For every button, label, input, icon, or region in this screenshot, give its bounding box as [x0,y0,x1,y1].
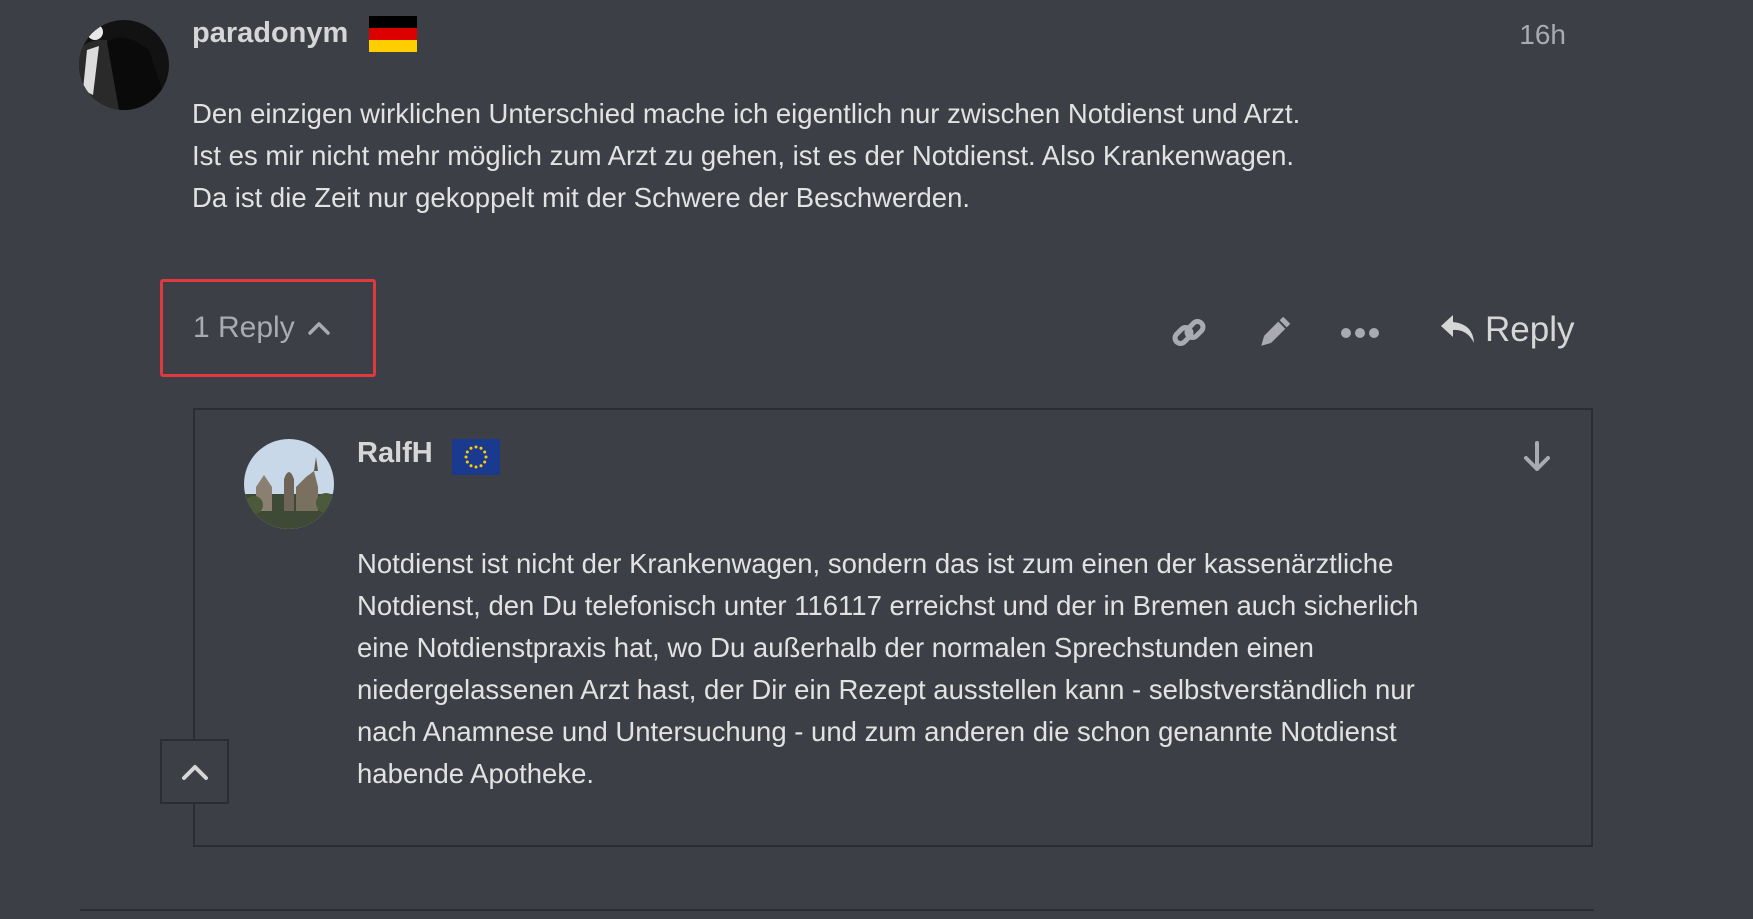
reply-line: eine Notdienstpraxis hat, wo Du außerhal… [357,632,1314,663]
reply-icon [1441,315,1474,343]
link-icon [1172,319,1206,346]
reply-line: Notdienst, den Du telefonisch unter 1161… [357,590,1419,621]
copy-link-button[interactable] [1168,312,1210,354]
more-icon [1341,328,1379,338]
post-line: Ist es mir nicht mehr möglich zum Arzt z… [192,140,1295,171]
reply-line: Notdienst ist nicht der Krankenwagen, so… [357,548,1394,579]
collapse-replies-button[interactable] [160,739,229,804]
post-line: Da ist die Zeit nur gekoppelt mit der Sc… [192,182,971,213]
jump-to-post-button[interactable] [1519,437,1555,477]
avatar-image [79,20,169,110]
post-line: Den einzigen wirklichen Unterschied mach… [192,98,1301,129]
more-actions-button[interactable] [1338,312,1382,354]
germany-flag-icon [369,16,417,52]
avatar-ralfh[interactable] [244,439,334,529]
show-replies-button[interactable]: 1 Reply [160,279,376,377]
eu-flag-icon [452,439,500,475]
replies-count-label: 1 Reply [193,311,295,344]
pencil-icon [1261,316,1291,346]
reply-line: nach Anamnese und Untersuchung - und zum… [357,716,1397,747]
reply-username[interactable]: RalfH [357,437,433,470]
reply-line: niedergelassenen Arzt hast, der Dir ein … [357,674,1415,705]
chevron-up-icon [307,322,330,335]
reply-button[interactable]: Reply [1439,310,1574,350]
edit-button[interactable] [1253,312,1295,354]
post-username[interactable]: paradonym [192,17,348,50]
post-divider [80,909,1594,911]
arrow-down-icon [1524,441,1550,471]
post-timestamp[interactable]: 16h [1519,19,1566,51]
reply-line: habende Apotheke. [357,758,595,789]
post-body: Den einzigen wirklichen Unterschied mach… [192,93,1582,219]
avatar-paradonym[interactable] [79,20,169,110]
embedded-reply: RalfH Notdienst ist nicht der Krankenwag… [193,408,1593,847]
reply-label: Reply [1485,310,1575,349]
reply-body: Notdienst ist nicht der Krankenwagen, so… [357,543,1577,795]
avatar-image [244,439,334,529]
chevron-up-icon [181,764,208,780]
